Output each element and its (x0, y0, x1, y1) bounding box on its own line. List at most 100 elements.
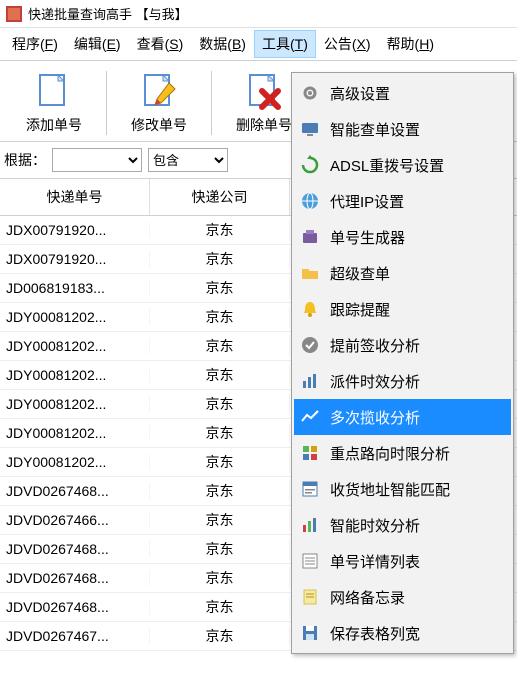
menu-item-label: 保存表格列宽 (330, 623, 420, 644)
menu-e[interactable]: 编辑(E) (66, 30, 129, 58)
menu-item-check[interactable]: 提前签收分析 (294, 327, 511, 363)
edit-number-button[interactable]: 修改单号 (109, 67, 209, 139)
menu-item-bell[interactable]: 跟踪提醒 (294, 291, 511, 327)
grid-icon (300, 443, 320, 463)
menu-item-generator[interactable]: 单号生成器 (294, 219, 511, 255)
filter-label: 根据： (4, 150, 46, 170)
titlebar: 快递批量查询高手 【与我】 (0, 0, 517, 28)
cell-company: 京东 (150, 626, 290, 646)
cell-company: 京东 (150, 452, 290, 472)
generator-icon (300, 227, 320, 247)
menu-item-label: 派件时效分析 (330, 371, 420, 392)
cell-number: JDVD0267468... (0, 599, 150, 615)
tool-label: 添加单号 (26, 115, 82, 135)
cell-company: 京东 (150, 336, 290, 356)
cell-company: 京东 (150, 568, 290, 588)
cell-number: JDY00081202... (0, 396, 150, 412)
cell-company: 京东 (150, 510, 290, 530)
list-icon (300, 551, 320, 571)
cell-number: JDY00081202... (0, 425, 150, 441)
menu-item-monitor[interactable]: 智能查单设置 (294, 111, 511, 147)
menu-item-chart-bar[interactable]: 派件时效分析 (294, 363, 511, 399)
cell-company: 京东 (150, 597, 290, 617)
menu-item-label: 多次揽收分析 (330, 407, 420, 428)
cell-number: JDVD0267468... (0, 570, 150, 586)
column-header-number[interactable]: 快递单号 (0, 179, 150, 215)
menu-item-note[interactable]: 网络备忘录 (294, 579, 511, 615)
menu-item-label: 代理IP设置 (330, 191, 404, 212)
menu-item-folder[interactable]: 超级查单 (294, 255, 511, 291)
cell-number: JDY00081202... (0, 454, 150, 470)
menu-item-grid[interactable]: 重点路向时限分析 (294, 435, 511, 471)
chart-bar-icon (300, 371, 320, 391)
bell-icon (300, 299, 320, 319)
cell-number: JDVD0267468... (0, 541, 150, 557)
menu-item-label: 跟踪提醒 (330, 299, 390, 320)
tool-label: 删除单号 (236, 115, 292, 135)
menu-item-label: 智能时效分析 (330, 515, 420, 536)
cell-number: JD006819183... (0, 280, 150, 296)
window-title: 快递批量查询高手 【与我】 (28, 4, 188, 23)
menu-item-label: ADSL重拨号设置 (330, 155, 444, 176)
save-icon (300, 623, 320, 643)
menu-item-save[interactable]: 保存表格列宽 (294, 615, 511, 651)
check-icon (300, 335, 320, 355)
chart-line-icon (300, 407, 320, 427)
cell-company: 京东 (150, 365, 290, 385)
menu-item-label: 重点路向时限分析 (330, 443, 450, 464)
menu-t[interactable]: 工具(T) (254, 30, 316, 58)
menu-item-address[interactable]: 收货地址智能匹配 (294, 471, 511, 507)
cell-company: 京东 (150, 423, 290, 443)
cell-company: 京东 (150, 249, 290, 269)
cell-number: JDY00081202... (0, 338, 150, 354)
menu-item-gear[interactable]: 高级设置 (294, 75, 511, 111)
menu-item-label: 高级设置 (330, 83, 390, 104)
note-icon (300, 587, 320, 607)
menu-x[interactable]: 公告(X) (316, 30, 379, 58)
menu-item-label: 网络备忘录 (330, 587, 405, 608)
menu-item-list[interactable]: 单号详情列表 (294, 543, 511, 579)
menu-item-label: 提前签收分析 (330, 335, 420, 356)
cell-number: JDY00081202... (0, 367, 150, 383)
address-icon (300, 479, 320, 499)
menu-item-refresh[interactable]: ADSL重拨号设置 (294, 147, 511, 183)
menu-b[interactable]: 数据(B) (191, 30, 254, 58)
tools-menu-dropdown: 高级设置智能查单设置 ADSL重拨号设置代理IP设置单号生成器超级查单跟踪提醒提前… (291, 72, 514, 654)
menu-h[interactable]: 帮助(H) (379, 30, 442, 58)
monitor-icon (300, 119, 320, 139)
cell-number: JDX00791920... (0, 222, 150, 238)
menu-item-label: 单号生成器 (330, 227, 405, 248)
add-number-icon (34, 71, 74, 111)
refresh-icon (300, 155, 320, 175)
column-header-company[interactable]: 快递公司 (150, 179, 290, 215)
add-number-button[interactable]: 添加单号 (4, 67, 104, 139)
menu-item-chart-color[interactable]: 智能时效分析 (294, 507, 511, 543)
cell-number: JDVD0267468... (0, 483, 150, 499)
cell-company: 京东 (150, 539, 290, 559)
menubar: 程序(F)编辑(E)查看(S)数据(B)工具(T)公告(X)帮助(H) (0, 28, 517, 61)
cell-company: 京东 (150, 220, 290, 240)
delete-number-icon (244, 71, 284, 111)
cell-number: JDVD0267467... (0, 628, 150, 644)
app-icon (6, 6, 22, 22)
menu-item-globe[interactable]: 代理IP设置 (294, 183, 511, 219)
menu-item-chart-line[interactable]: 多次揽收分析 (294, 399, 511, 435)
folder-icon (300, 263, 320, 283)
edit-number-icon (139, 71, 179, 111)
tool-label: 修改单号 (131, 115, 187, 135)
chart-color-icon (300, 515, 320, 535)
menu-s[interactable]: 查看(S) (129, 30, 192, 58)
menu-item-label: 智能查单设置 (330, 119, 420, 140)
cell-company: 京东 (150, 307, 290, 327)
filter-op-select[interactable]: 包含 (148, 148, 228, 172)
menu-item-label: 收货地址智能匹配 (330, 479, 450, 500)
cell-number: JDY00081202... (0, 309, 150, 325)
gear-icon (300, 83, 320, 103)
menu-f[interactable]: 程序(F) (4, 30, 66, 58)
filter-field-select[interactable] (52, 148, 142, 172)
globe-icon (300, 191, 320, 211)
cell-company: 京东 (150, 481, 290, 501)
cell-company: 京东 (150, 394, 290, 414)
menu-item-label: 单号详情列表 (330, 551, 420, 572)
menu-item-label: 超级查单 (330, 263, 390, 284)
